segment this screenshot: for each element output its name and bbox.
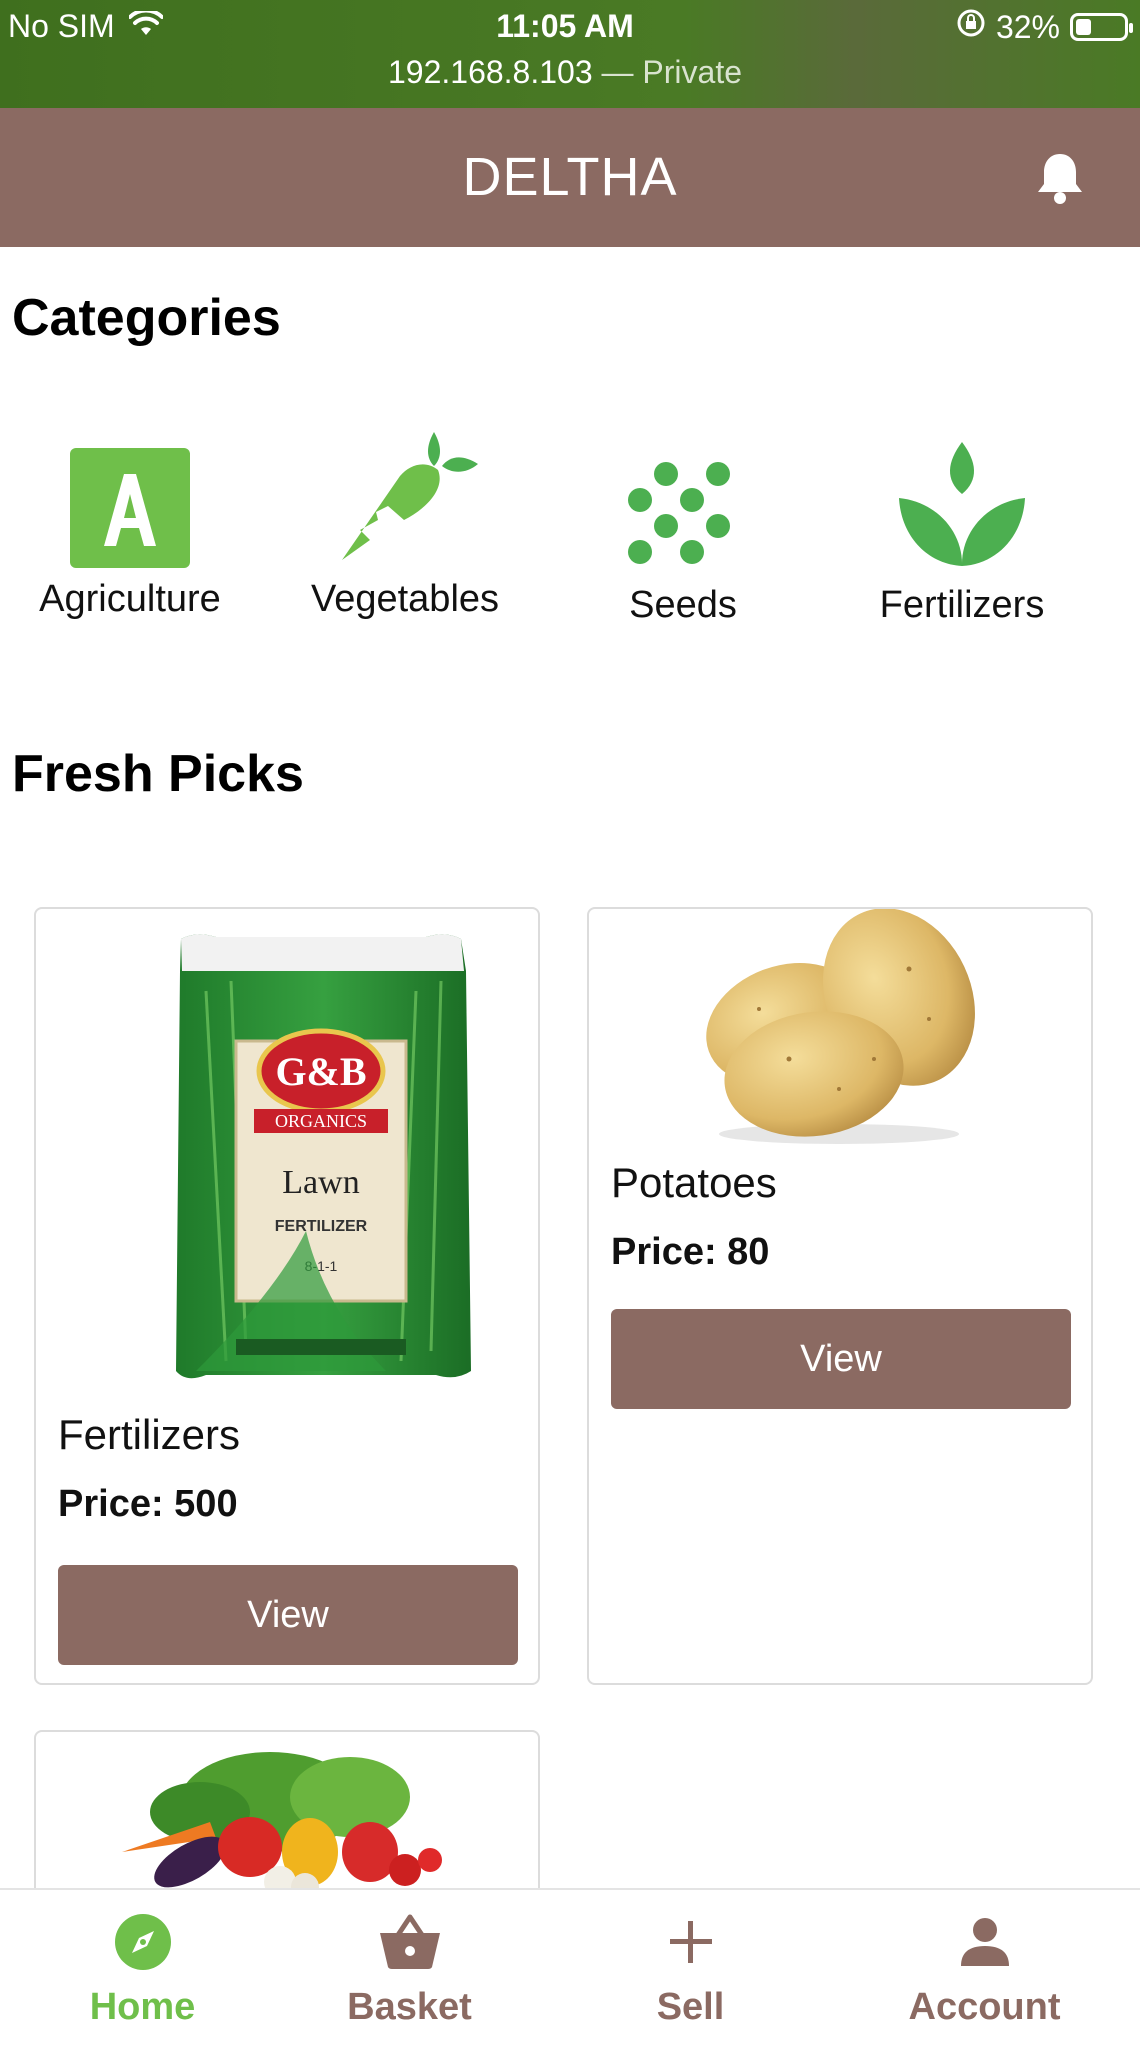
view-button[interactable]: View — [611, 1309, 1071, 1409]
svg-text:FERTILIZER: FERTILIZER — [275, 1218, 368, 1235]
product-card[interactable]: G&B ORGANICS Lawn FERTILIZER 8-1-1 Ferti… — [34, 907, 540, 1685]
product-card[interactable]: Potatoes Price: 80 View — [587, 907, 1093, 1685]
tab-label: Account — [908, 1986, 1061, 2028]
seeds-icon — [553, 420, 813, 570]
categories-title: Categories — [12, 289, 281, 347]
sprout-icon — [832, 420, 1092, 570]
carrot-icon — [275, 420, 535, 570]
product-name: Potatoes — [611, 1159, 777, 1206]
bell-icon[interactable] — [1030, 148, 1090, 208]
url-bar[interactable]: 192.168.8.103 — Private — [0, 54, 1130, 91]
status-bar: No SIM 11:05 AM 32% 192.168.8.103 — Priv… — [0, 0, 1140, 108]
status-right: 32% — [956, 8, 1133, 46]
svg-text:ORGANICS: ORGANICS — [275, 1111, 367, 1131]
basket-icon — [267, 1910, 552, 1974]
app-title: DELTHA — [462, 147, 678, 207]
view-button[interactable]: View — [58, 1565, 518, 1665]
battery-percent: 32% — [995, 8, 1060, 45]
product-name: Fertilizers — [58, 1411, 241, 1458]
svg-text:G&B: G&B — [275, 1049, 366, 1094]
rotation-lock-icon — [956, 8, 986, 46]
tab-label: Basket — [347, 1986, 472, 2028]
battery-icon — [1070, 13, 1133, 41]
compass-icon — [0, 1910, 285, 1974]
fresh-picks-title: Fresh Picks — [12, 745, 304, 803]
category-label: Fertilizers — [879, 584, 1045, 626]
plus-icon — [548, 1910, 833, 1974]
category-vegetables[interactable]: Vegetables — [275, 420, 535, 621]
tab-sell[interactable]: Sell — [548, 1890, 833, 2050]
vegetables-image — [120, 1742, 460, 1902]
tab-home[interactable]: Home — [0, 1890, 285, 2050]
svg-text:Lawn: Lawn — [282, 1164, 359, 1201]
url-mode: — Private — [601, 54, 742, 90]
fertilizer-bag-image: G&B ORGANICS Lawn FERTILIZER 8-1-1 — [136, 931, 496, 1401]
tab-label: Sell — [656, 1986, 725, 2028]
person-icon — [842, 1910, 1127, 1974]
tab-label: Home — [89, 1986, 196, 2028]
potatoes-image — [689, 909, 989, 1149]
category-agriculture[interactable]: Agriculture — [0, 420, 260, 621]
product-price: Price: 500 — [58, 1483, 238, 1525]
agriculture-icon — [0, 420, 260, 570]
category-label: Vegetables — [310, 578, 500, 620]
product-price: Price: 80 — [611, 1231, 770, 1273]
tab-basket[interactable]: Basket — [267, 1890, 552, 2050]
app-header: DELTHA — [0, 108, 1140, 247]
category-seeds[interactable]: Seeds — [553, 420, 813, 627]
tab-account[interactable]: Account — [842, 1890, 1127, 2050]
category-fertilizers[interactable]: Fertilizers — [832, 420, 1092, 627]
category-label: Agriculture — [39, 578, 221, 620]
tab-bar: Home Basket Sell Account — [0, 1888, 1140, 2050]
category-label: Seeds — [629, 584, 737, 626]
categories-list: Agriculture Vegetables Seeds Fertilizers — [0, 420, 1140, 640]
url-host: 192.168.8.103 — [387, 54, 593, 90]
